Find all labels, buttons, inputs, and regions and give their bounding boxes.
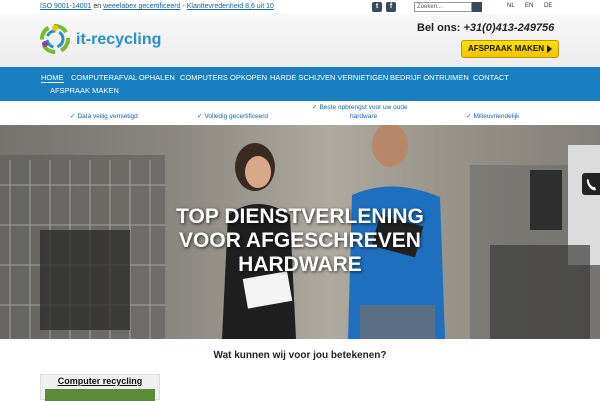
iso-link[interactable]: ISO 9001-14001 [40, 3, 91, 10]
twitter-icon[interactable]: t [372, 2, 382, 12]
checkmark-icon: ✓ [70, 113, 76, 120]
separator-text: en [91, 3, 104, 10]
main-nav: HOME COMPUTERAFVAL OPHALEN COMPUTERS OPK… [0, 67, 600, 101]
checkmark-icon: ✓ [312, 104, 318, 111]
section-title: Wat kunnen wij voor jou betekenen? [213, 350, 387, 361]
hero-banner: TOP DIENSTVERLENING VOOR AFGESCHREVEN HA… [0, 125, 600, 339]
hero-title-line: HARDWARE [238, 253, 362, 276]
usp-item: ✓ Volledig gecertificeerd [197, 112, 268, 120]
usp-label: Data veilig vernietigd [77, 113, 138, 120]
hero-title-line: VOOR AFGESCHREVEN [179, 229, 421, 252]
appointment-button[interactable]: AFSPRAAK MAKEN [461, 40, 559, 58]
certification-links: ISO 9001-14001 en weeelabex gecertificee… [40, 3, 274, 10]
search-button[interactable] [472, 2, 482, 12]
service-card[interactable]: Computer recycling [40, 374, 160, 401]
card-title[interactable]: Computer recycling [41, 375, 159, 386]
top-bar: ISO 9001-14001 en weeelabex gecertificee… [0, 0, 600, 14]
logo-text[interactable]: it-recycling [76, 31, 161, 49]
usp-item: ✓ Data veilig vernietigd [70, 112, 138, 120]
hero-title-line: TOP DIENSTVERLENING [176, 205, 424, 228]
phone-number[interactable]: +31(0)413-249756 [463, 22, 554, 34]
usp-item: ✓ Milieuvriendelijk [466, 112, 519, 120]
rating-link[interactable]: Klanttevredenheid 8,6 uit 10 [187, 3, 274, 10]
nav-item-computerafval[interactable]: COMPUTERAFVAL OPHALEN [71, 73, 175, 82]
phone-side-tab[interactable] [582, 173, 600, 195]
nav-item-home[interactable]: HOME [41, 73, 64, 83]
facebook-icon[interactable]: f [386, 2, 396, 12]
site-header: it-recycling Bel ons: +31(0)413-249756 A… [0, 14, 600, 67]
usp-label: Milieuvriendelijk [473, 113, 520, 120]
phone-block: Bel ons: +31(0)413-249756 [417, 22, 554, 34]
checkmark-icon: ✓ [466, 113, 472, 120]
usp-bar: ✓ Data veilig vernietigd ✓ Volledig gecert… [0, 101, 600, 125]
nav-item-harde-schijven[interactable]: HARDE SCHIJVEN VERNIETIGEN [270, 73, 388, 82]
search-input[interactable]: Zoeken... [414, 2, 472, 12]
usp-label-continued: hardware [350, 113, 378, 120]
recycling-logo-icon[interactable] [40, 24, 70, 54]
lang-en[interactable]: EN [525, 3, 533, 9]
weeelabex-link[interactable]: weeelabex gecertificeerd [103, 3, 180, 10]
card-image [45, 389, 155, 401]
usp-item: ✓ Beste opbrengst voor uw oude [312, 103, 408, 111]
usp-label: Beste opbrengst voor uw oude [319, 104, 408, 111]
social-icons: t f [372, 2, 396, 12]
lang-nl[interactable]: NL [507, 3, 515, 9]
checkmark-icon: ✓ [197, 113, 203, 120]
usp-label: Volledig gecertificeerd [204, 113, 269, 120]
nav-item-bedrijf-ontruimen[interactable]: BEDRIJF ONTRUIMEN [390, 73, 469, 82]
nav-item-afspraak[interactable]: AFSPRAAK MAKEN [50, 86, 119, 95]
appointment-button-label: AFSPRAAK MAKEN [468, 44, 544, 53]
phone-icon [586, 179, 596, 191]
phone-label: Bel ons: [417, 22, 461, 34]
arrow-right-icon [547, 45, 552, 53]
lang-de[interactable]: DE [544, 3, 552, 9]
nav-item-computers-opkopen[interactable]: COMPUTERS OPKOPEN [180, 73, 267, 82]
nav-item-contact[interactable]: CONTACT [473, 73, 509, 82]
hero-title: TOP DIENSTVERLENING VOOR AFGESCHREVEN HA… [140, 205, 460, 277]
